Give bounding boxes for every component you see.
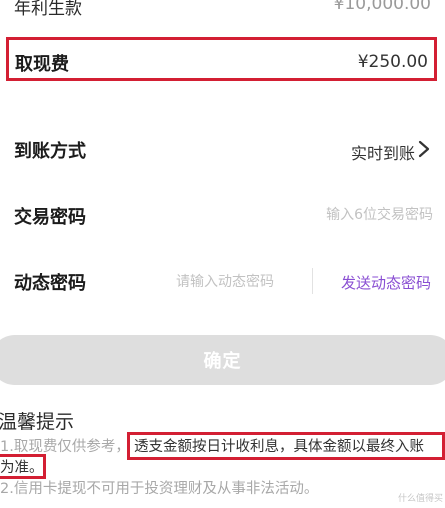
tips-title: 温馨提示 (0, 411, 75, 433)
top-partial-row: 年利生款 ¥10,000.00 (0, 0, 445, 19)
send-dynamic-password-button[interactable]: 发送动态密码 (341, 272, 431, 293)
highlight-box (127, 432, 445, 460)
transaction-password-label: 交易密码 (14, 207, 86, 228)
arrival-method-value[interactable]: 实时到账 (351, 140, 415, 164)
highlight-box (0, 454, 46, 479)
fee-label: 取现费 (15, 54, 69, 75)
fee-row: 取现费 ¥250.00 (6, 37, 437, 81)
fee-amount: ¥250.00 (357, 52, 428, 72)
top-row-label: 年利生款 (14, 0, 82, 19)
field-divider (312, 268, 313, 294)
top-row-value: ¥10,000.00 (333, 0, 431, 14)
transaction-password-input[interactable] (273, 204, 433, 226)
arrival-method-label: 到账方式 (14, 141, 86, 162)
confirm-button[interactable]: 确定 (0, 335, 445, 385)
chevron-right-icon[interactable] (417, 140, 431, 158)
watermark: 什么值得买 (397, 494, 443, 504)
dynamic-password-label: 动态密码 (14, 273, 86, 294)
dynamic-password-input[interactable] (176, 271, 306, 293)
tip-2: 2.信用卡提现不可用于投资理财及从事非法活动。 (0, 481, 319, 497)
